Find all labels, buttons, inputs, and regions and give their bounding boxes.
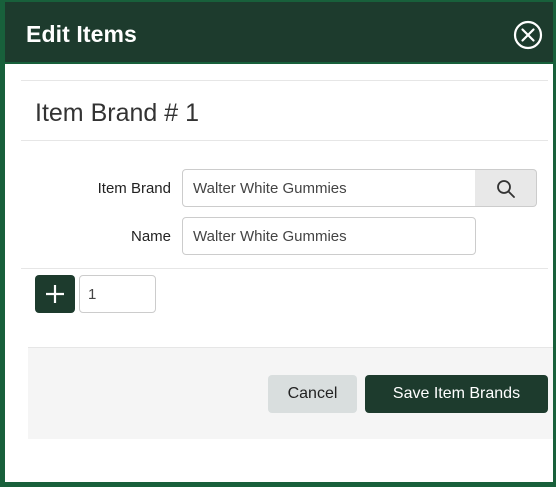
divider xyxy=(21,268,548,269)
cancel-button[interactable]: Cancel xyxy=(268,375,357,413)
dialog-footer: Cancel Save Item Brands xyxy=(28,347,553,439)
save-item-brands-button[interactable]: Save Item Brands xyxy=(365,375,548,413)
close-button[interactable] xyxy=(513,20,543,50)
item-brand-label: Item Brand xyxy=(97,180,171,197)
dialog-header: Edit Items xyxy=(5,2,553,64)
item-brand-input[interactable] xyxy=(182,169,476,207)
name-input[interactable] xyxy=(182,217,476,255)
plus-icon xyxy=(46,285,64,303)
divider xyxy=(21,80,548,81)
name-label: Name xyxy=(130,228,171,245)
add-button[interactable] xyxy=(35,275,75,313)
quantity-input[interactable] xyxy=(79,275,156,313)
search-icon xyxy=(497,180,515,198)
search-button[interactable] xyxy=(475,169,537,207)
section-title: Item Brand # 1 xyxy=(35,99,199,127)
dialog-title: Edit Items xyxy=(26,21,137,47)
divider xyxy=(21,140,548,141)
edit-items-dialog: Edit Items Item Brand # 1 Item Brand Nam… xyxy=(0,0,556,487)
close-circle-icon xyxy=(513,20,543,50)
